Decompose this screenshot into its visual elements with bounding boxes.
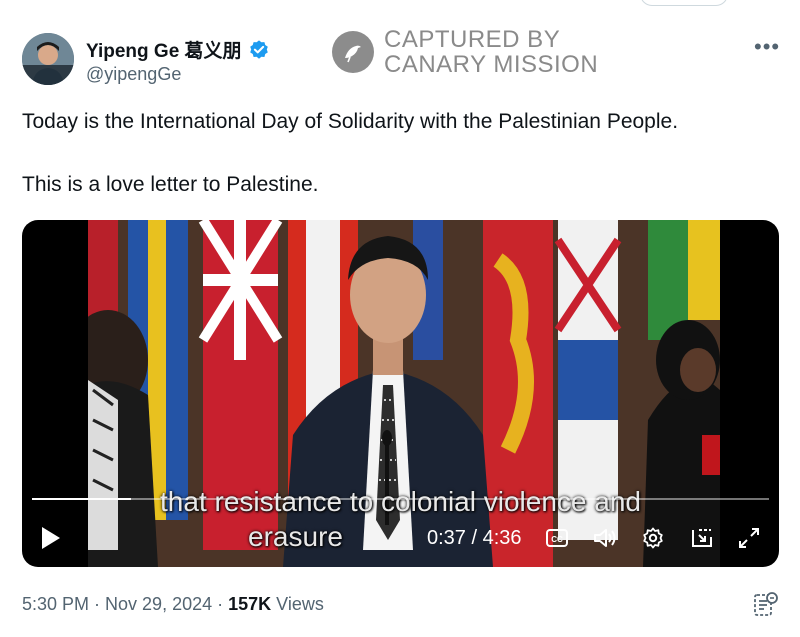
tweet-text-line1: Today is the International Day of Solida… bbox=[22, 110, 679, 133]
analytics-icon[interactable] bbox=[752, 590, 780, 618]
video-player[interactable]: that resistance to colonial violence and… bbox=[22, 220, 779, 567]
video-progress-bar[interactable] bbox=[32, 498, 769, 500]
tweet-text: Today is the International Day of Solida… bbox=[22, 106, 782, 201]
play-icon[interactable] bbox=[40, 526, 62, 550]
author-name[interactable]: Yipeng Ge 葛义朋 bbox=[86, 36, 242, 63]
volume-icon[interactable] bbox=[592, 526, 618, 550]
video-progress-fill bbox=[32, 498, 131, 500]
author-handle[interactable]: @yipengGe bbox=[86, 64, 181, 85]
more-options-icon[interactable]: ••• bbox=[754, 34, 780, 60]
video-time: 0:37 / 4:36 bbox=[427, 527, 522, 549]
avatar[interactable] bbox=[22, 33, 74, 85]
settings-gear-icon[interactable] bbox=[641, 526, 665, 550]
video-subtitle-line1: that resistance to colonial violence and bbox=[160, 486, 641, 517]
verified-badge-icon bbox=[249, 39, 268, 59]
top-partial-button[interactable] bbox=[640, 0, 728, 6]
canary-bird-icon bbox=[332, 31, 374, 73]
tweet-timestamp[interactable]: 5:30 PM · Nov 29, 2024 · bbox=[22, 594, 228, 614]
closed-captions-icon[interactable]: CC bbox=[545, 526, 569, 550]
watermark-line1: CAPTURED BY bbox=[384, 26, 561, 53]
canary-mission-watermark: CAPTURED BY CANARY MISSION bbox=[332, 27, 598, 77]
minimize-player-icon[interactable] bbox=[690, 526, 714, 550]
tweet-meta: 5:30 PM · Nov 29, 2024 · 157K Views bbox=[22, 594, 324, 615]
tweet-text-line2: This is a love letter to Palestine. bbox=[22, 173, 319, 196]
watermark-line2: CANARY MISSION bbox=[384, 51, 599, 78]
fullscreen-icon[interactable] bbox=[737, 526, 761, 550]
views-count: 157K bbox=[228, 594, 272, 614]
video-subtitle-line2: erasure bbox=[248, 521, 343, 552]
views-label: Views bbox=[276, 594, 324, 614]
cc-label: CC bbox=[551, 535, 563, 544]
